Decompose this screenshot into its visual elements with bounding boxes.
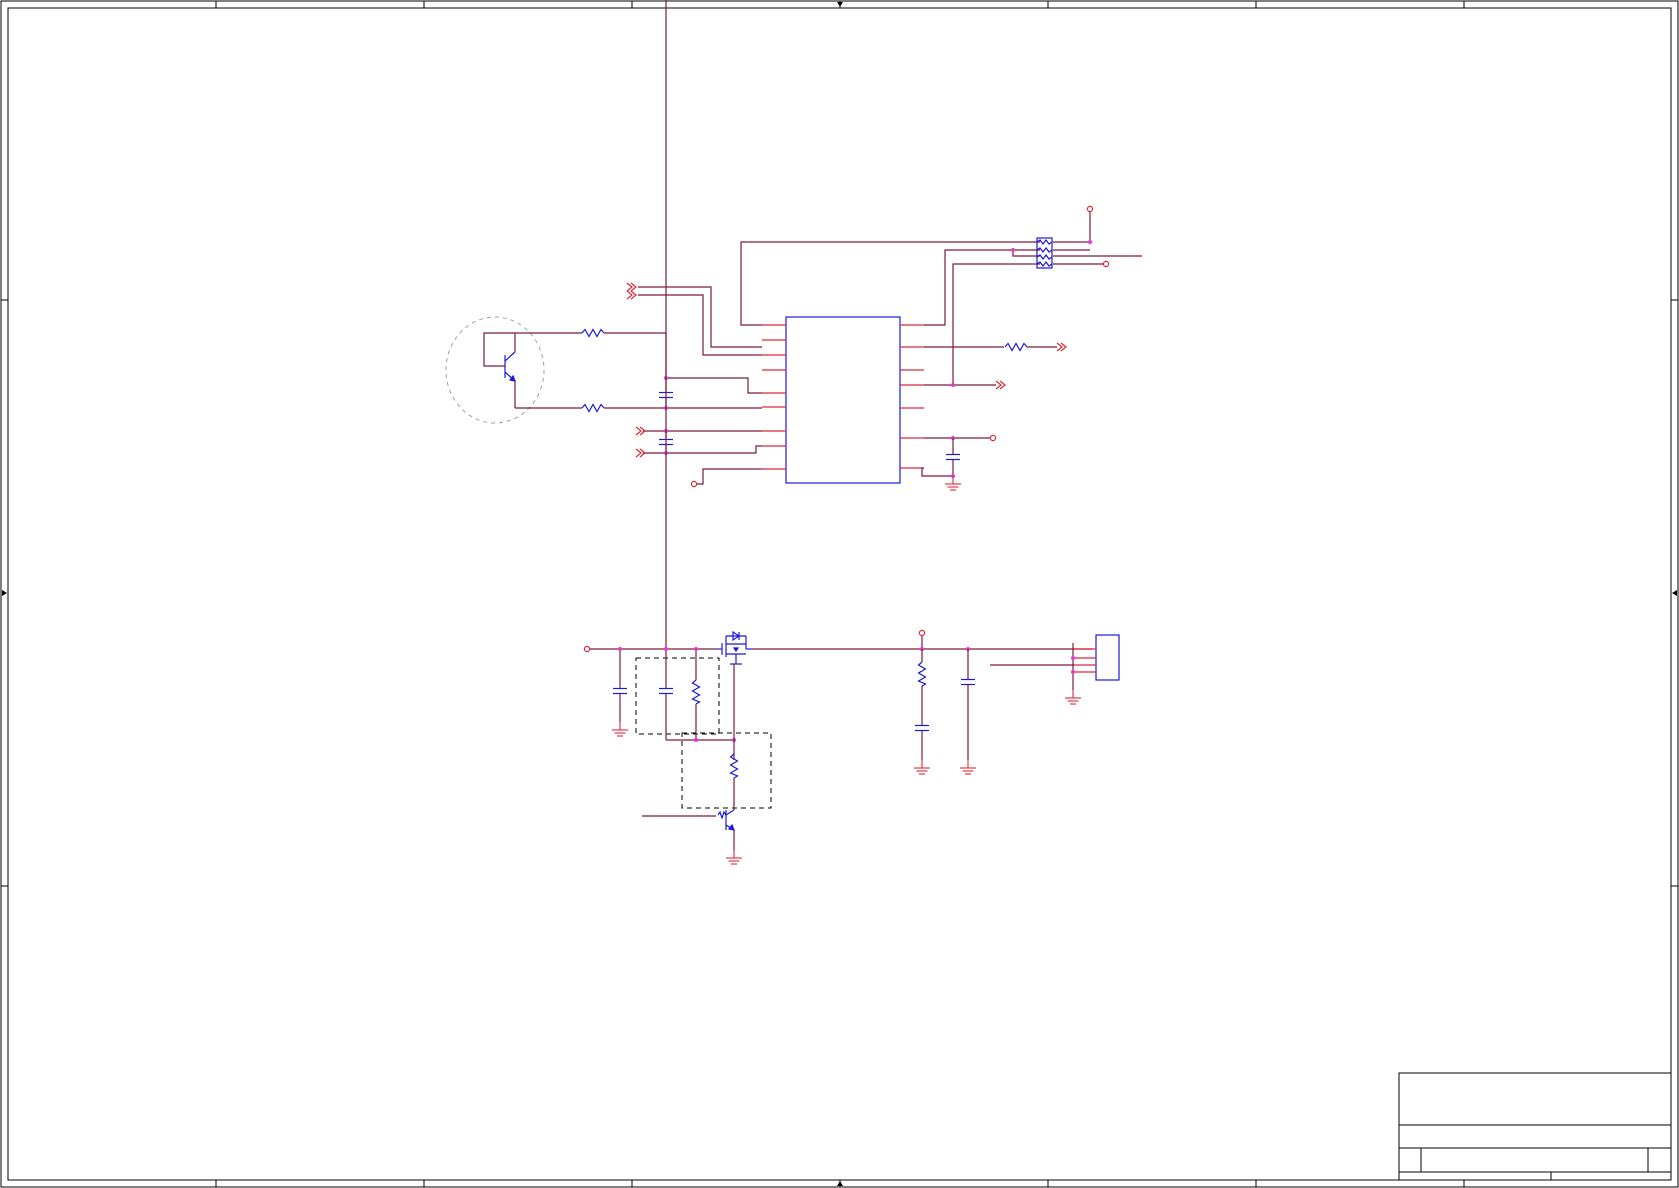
capacitor-c4: [612, 687, 628, 695]
terminal-rnet: [1102, 260, 1110, 268]
terminal-vin: [583, 645, 591, 653]
title-block: [1398, 1072, 1672, 1181]
dashed-group-1: [635, 657, 720, 735]
capacitor-c6: [914, 724, 930, 732]
terminal-top: [1086, 205, 1094, 213]
resistor-r1: [581, 328, 605, 338]
terminal-vout: [918, 629, 926, 637]
capacitor-c3: [945, 453, 961, 461]
capacitor-c7: [960, 678, 976, 686]
upper-circuit: [445, 205, 1142, 491]
npn-transistor-q1: [504, 351, 516, 382]
offpage-arrow-2: [626, 290, 637, 300]
resistor-r6: [917, 661, 927, 687]
connector-j1: [1095, 634, 1120, 681]
dashed-group-2: [681, 732, 772, 809]
drawing-frame: [0, 0, 1679, 1188]
resistor-r2: [581, 403, 605, 413]
schematic-sheet: [0, 0, 1679, 1188]
mosfet-q2: [716, 630, 752, 665]
offpage-arrow-5: [1056, 342, 1067, 352]
offpage-arrow-6: [995, 380, 1006, 390]
capacitor-c5: [658, 687, 674, 695]
npn-transistor-q3: [717, 809, 735, 831]
offpage-arrow-1: [626, 282, 637, 292]
ic-left-pins: [762, 324, 786, 470]
resistor-r4: [691, 679, 701, 705]
ic-right-pins: [900, 324, 924, 469]
terminal-left: [690, 480, 698, 488]
terminal-right: [989, 434, 997, 442]
ic-body: [785, 316, 901, 484]
ground-symbol: [944, 475, 962, 491]
resistor-r3: [1004, 342, 1028, 352]
